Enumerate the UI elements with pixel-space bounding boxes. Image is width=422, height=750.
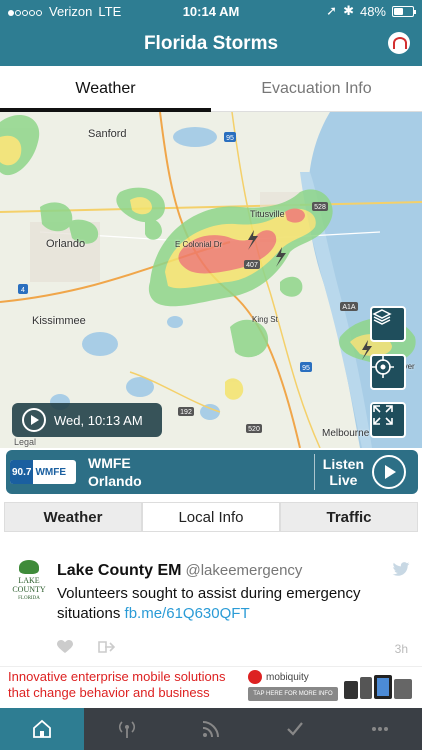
radar-timestamp-control[interactable]: Wed, 10:13 AM [12, 403, 162, 437]
top-bar: Verizon LTE 10:14 AM ➚ ✱ 48% Florida Sto… [0, 0, 422, 66]
fullscreen-button[interactable] [370, 402, 406, 438]
tabbar-more[interactable] [338, 708, 422, 750]
tabbar-radio[interactable] [84, 708, 168, 750]
layers-icon [372, 309, 392, 325]
brand-logo-icon[interactable] [388, 32, 410, 54]
road-shield: A1A [342, 304, 356, 311]
map-label-titusville: Titusville [250, 209, 285, 219]
segment-local-info[interactable]: Local Info [142, 502, 280, 532]
listen-line-1: Listen [322, 456, 364, 472]
battery-percent: 48% [359, 3, 386, 19]
map-label-orlando: Orlando [46, 238, 86, 250]
devices-image-icon [344, 675, 412, 699]
map-legal-link[interactable]: Legal [14, 437, 36, 447]
lake-county-logo: LAKE COUNTY FLORIDA [10, 560, 48, 602]
info-segment-control: Weather Local Info Traffic [0, 502, 422, 532]
network-label: LTE [98, 3, 122, 19]
map-label-colonial: E Colonial Dr [175, 240, 223, 249]
radar-map[interactable]: 95 4 528 407 192 95 A1A 520 Sanford Orla… [0, 112, 422, 448]
listen-live-label[interactable]: Listen Live [323, 456, 364, 488]
logo-line: LAKE [18, 576, 40, 585]
share-icon[interactable] [97, 640, 115, 654]
status-bar: Verizon LTE 10:14 AM ➚ ✱ 48% [0, 0, 422, 22]
logo-line: COUNTY [12, 585, 46, 594]
map-label-sanford: Sanford [88, 128, 127, 140]
twitter-bird-icon [392, 562, 410, 576]
ad-line-2: that change behavior and business [8, 685, 210, 700]
road-shield: 520 [248, 426, 260, 433]
segment-weather[interactable]: Weather [4, 502, 142, 532]
battery-icon [392, 5, 416, 17]
ad-brand: mobiquity [248, 670, 309, 684]
like-heart-icon[interactable] [57, 640, 73, 654]
map-label-king-st: King St [252, 315, 278, 324]
app-title: Florida Storms [143, 33, 279, 54]
signal-icon [8, 4, 43, 19]
tab-weather[interactable]: Weather [0, 66, 211, 112]
main-tabs: Weather Evacuation Info [0, 66, 422, 112]
map-label-melbourne: Melbourne [322, 428, 370, 439]
road-shield: 192 [180, 409, 192, 416]
tabbar-home[interactable] [0, 708, 85, 750]
ad-banner[interactable]: Innovative enterprise mobile solutions t… [0, 666, 422, 706]
mobiquity-logo-icon [248, 670, 262, 684]
station-logo-name: WMFE [35, 466, 67, 478]
road-shield: 528 [314, 204, 326, 211]
crosshair-icon [372, 356, 394, 378]
tweet-handle[interactable]: @lakeemergency [185, 562, 302, 579]
segment-traffic[interactable]: Traffic [280, 502, 418, 532]
road-shield: 95 [226, 135, 234, 142]
station-frequency: 90.7 [10, 460, 34, 484]
location-arrow-icon: ➚ [326, 3, 338, 18]
listen-line-2: Live [329, 472, 358, 488]
radar-timestamp: Wed, 10:13 AM [54, 412, 143, 428]
ad-line-1: Innovative enterprise mobile solutions [8, 669, 226, 684]
radio-player[interactable]: 90.7 WMFE WMFE Orlando Listen Live [6, 450, 418, 494]
logo-line: FLORIDA [18, 596, 40, 601]
check-icon [287, 722, 304, 736]
tweet-time: 3h [394, 642, 408, 656]
ad-cta-button[interactable]: TAP HERE FOR MORE INFO [248, 687, 338, 701]
bottom-tab-bar [0, 708, 422, 750]
bluetooth-icon: ✱ [343, 3, 354, 18]
tweet-link[interactable]: fb.me/61Q630QFT [125, 605, 250, 622]
more-icon [371, 727, 388, 731]
tabbar-checklist[interactable] [253, 708, 337, 750]
tweet-card[interactable]: LAKE COUNTY FLORIDA Lake County EM @lakee… [0, 540, 422, 665]
locate-button[interactable] [370, 354, 406, 390]
tweet-author[interactable]: Lake County EM [57, 562, 181, 579]
home-icon [33, 719, 52, 738]
tab-evacuation-info[interactable]: Evacuation Info [211, 66, 422, 111]
road-shield: 95 [302, 365, 310, 372]
road-shield: 4 [21, 287, 25, 294]
station-name: WMFE [88, 455, 131, 471]
radio-tower-icon [118, 721, 135, 738]
expand-icon [373, 405, 393, 425]
road-shield: 407 [246, 262, 258, 269]
map-canvas: 95 4 528 407 192 95 A1A 520 [0, 112, 422, 448]
station-logo: 90.7 WMFE [10, 460, 76, 484]
map-label-kissimmee: Kissimmee [32, 315, 86, 327]
layers-button[interactable] [370, 306, 406, 342]
radio-play-icon[interactable] [372, 455, 406, 489]
ad-brand-name: mobiquity [266, 671, 309, 683]
divider [313, 454, 315, 490]
station-city: Orlando [88, 473, 142, 489]
carrier-label: Verizon [49, 3, 93, 19]
play-icon[interactable] [22, 408, 46, 432]
feed-icon [202, 721, 220, 738]
tabbar-feed[interactable] [169, 708, 253, 750]
